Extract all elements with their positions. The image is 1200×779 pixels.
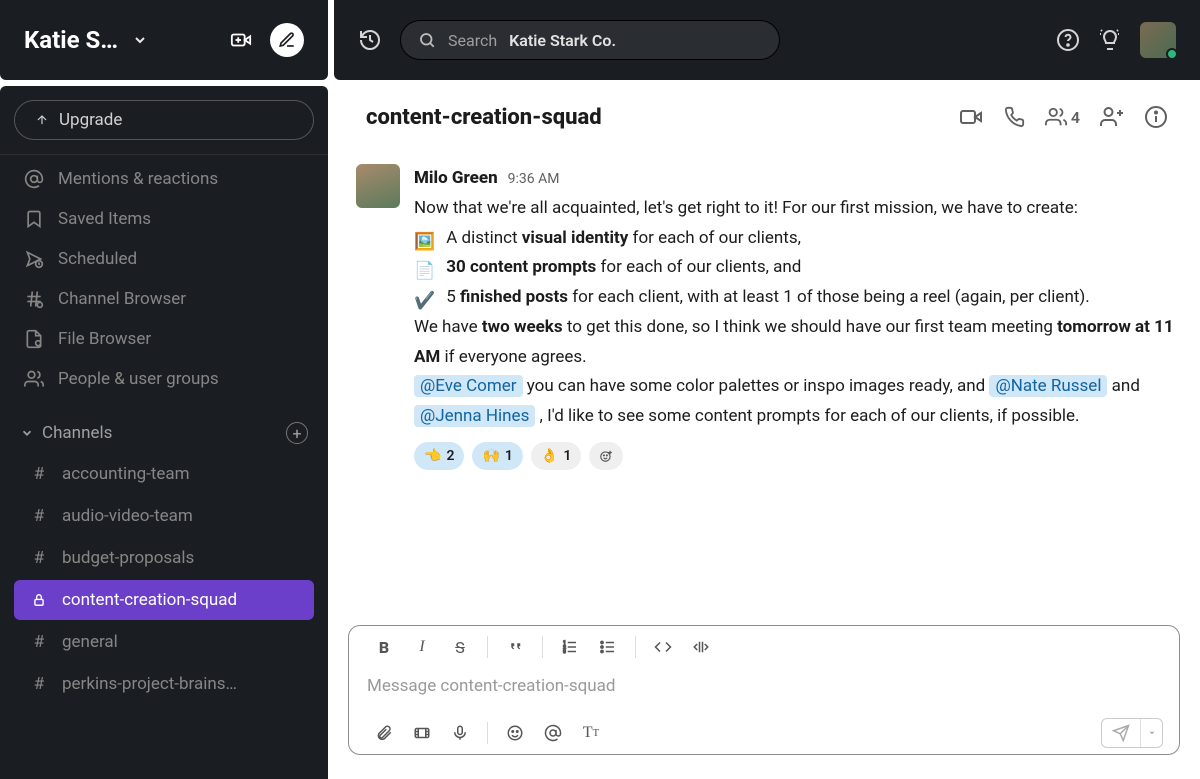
format-code-button[interactable] — [644, 632, 682, 662]
channel-header: content-creation-squad 4 — [334, 80, 1200, 154]
composer-input[interactable]: Message content-creation-squad — [349, 668, 1179, 712]
mention-eve-comer[interactable]: @Eve Comer — [414, 375, 523, 397]
channel-members-button[interactable]: 4 — [1045, 106, 1080, 128]
send-options-button[interactable] — [1140, 719, 1162, 747]
reaction-3[interactable]: 👌1 — [531, 442, 581, 470]
format-codeblock-button[interactable] — [682, 632, 720, 662]
upgrade-button[interactable]: Upgrade — [14, 100, 314, 140]
reaction-2[interactable]: 🙌1 — [472, 442, 522, 470]
chevron-down-icon — [20, 426, 34, 440]
compose-button[interactable] — [270, 23, 304, 57]
sidebar-item-file-browser[interactable]: File Browser — [14, 319, 314, 359]
sidebar-item-people[interactable]: People & user groups — [14, 359, 314, 399]
scheduled-icon — [24, 249, 44, 269]
upgrade-label: Upgrade — [59, 110, 122, 130]
message-timestamp[interactable]: 9:36 AM — [508, 167, 560, 192]
sidebar-item-scheduled[interactable]: Scheduled — [14, 239, 314, 279]
attach-video-button[interactable] — [403, 718, 441, 748]
new-huddle-icon[interactable] — [226, 25, 256, 55]
top-bar: Search Katie Stark Co. — [334, 0, 1200, 80]
channel-audio-video-team[interactable]: # audio-video-team — [14, 496, 314, 536]
message-list[interactable]: Milo Green 9:36 AM Now that we're all ac… — [334, 154, 1200, 613]
message-author[interactable]: Milo Green — [414, 164, 498, 194]
attach-file-button[interactable] — [365, 718, 403, 748]
format-quote-button[interactable] — [496, 632, 534, 662]
search-icon — [418, 31, 436, 49]
channels-section-header[interactable]: Channels + — [14, 413, 314, 453]
channel-accounting-team[interactable]: # accounting-team — [14, 454, 314, 494]
channel-content-creation-squad[interactable]: content-creation-squad — [14, 580, 314, 620]
channel-add-people-icon[interactable] — [1100, 105, 1124, 129]
search-input[interactable]: Search Katie Stark Co. — [400, 20, 780, 60]
message: Milo Green 9:36 AM Now that we're all ac… — [346, 158, 1190, 476]
add-channel-button[interactable]: + — [286, 422, 308, 444]
sidebar-item-channel-browser[interactable]: Channel Browser — [14, 279, 314, 319]
framed-picture-emoji: 🖼️ — [414, 228, 436, 250]
format-strike-button[interactable]: S — [441, 632, 479, 662]
page-emoji: 📄 — [414, 257, 436, 279]
message-text: Now that we're all acquainted, let's get… — [414, 194, 1180, 432]
format-italic-button[interactable]: I — [403, 632, 441, 662]
channel-call-icon[interactable] — [1003, 106, 1025, 128]
user-avatar[interactable] — [1140, 22, 1176, 58]
mention-jenna-hines[interactable]: @Jenna Hines — [414, 405, 535, 427]
hash-icon: # — [30, 632, 48, 652]
history-icon[interactable] — [358, 28, 382, 52]
whats-new-icon[interactable] — [1098, 28, 1122, 52]
hash-icon: # — [30, 464, 48, 484]
mention-nate-russel[interactable]: @Nate Russel — [989, 375, 1107, 397]
format-bullet-list-button[interactable] — [589, 632, 627, 662]
format-ordered-list-button[interactable]: 123 — [551, 632, 589, 662]
message-body: Milo Green 9:36 AM Now that we're all ac… — [414, 164, 1180, 470]
hash-icon: # — [30, 506, 48, 526]
composer-format-toolbar: B I S 123 — [349, 626, 1179, 668]
message-author-avatar[interactable] — [356, 164, 400, 208]
send-button[interactable] — [1102, 719, 1140, 747]
sidebar: Upgrade Mentions & reactions Saved Items… — [0, 86, 328, 779]
sidebar-item-saved[interactable]: Saved Items — [14, 199, 314, 239]
people-icon — [24, 369, 44, 389]
workspace-name[interactable]: Katie S… — [24, 26, 118, 54]
channel-budget-proposals[interactable]: # budget-proposals — [14, 538, 314, 578]
svg-text:3: 3 — [563, 649, 566, 655]
channel-browser-icon — [24, 289, 44, 309]
composer-attach-toolbar: TT — [349, 712, 1179, 754]
sidebar-item-mentions[interactable]: Mentions & reactions — [14, 159, 314, 199]
presence-active-icon — [1166, 48, 1178, 60]
mention-button[interactable] — [534, 718, 572, 748]
workspace-caret-icon[interactable] — [132, 32, 148, 48]
hash-icon: # — [30, 674, 48, 694]
format-bold-button[interactable]: B — [365, 632, 403, 662]
channel-video-icon[interactable] — [959, 105, 983, 129]
channel-general[interactable]: # general — [14, 622, 314, 662]
attach-audio-button[interactable] — [441, 718, 479, 748]
at-icon — [24, 169, 44, 189]
channel-title[interactable]: content-creation-squad — [366, 105, 939, 130]
emoji-picker-button[interactable] — [496, 718, 534, 748]
add-reaction-button[interactable] — [589, 442, 623, 470]
file-browser-icon — [24, 329, 44, 349]
help-icon[interactable] — [1056, 28, 1080, 52]
channel-perkins-project[interactable]: # perkins-project-brains… — [14, 664, 314, 704]
channel-details-icon[interactable] — [1144, 105, 1168, 129]
bookmark-icon — [24, 209, 44, 229]
message-reactions: 👈2 🙌1 👌1 — [414, 442, 1180, 470]
check-mark-emoji: ✔️ — [414, 287, 436, 309]
workspace-header: Katie S… — [0, 0, 328, 80]
hash-icon: # — [30, 548, 48, 568]
lock-icon — [30, 593, 48, 607]
formatting-toggle-button[interactable]: TT — [572, 718, 610, 748]
message-composer: B I S 123 Message content-creation-squad… — [348, 625, 1180, 755]
reaction-1[interactable]: 👈2 — [414, 442, 464, 470]
